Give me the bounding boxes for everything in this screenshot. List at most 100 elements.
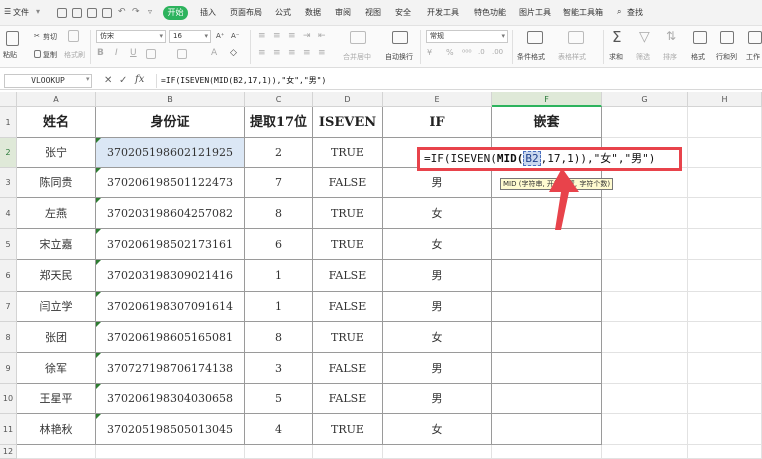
cell-h4[interactable] [688,198,762,229]
number-format-select[interactable]: 常规 [426,30,508,43]
tab-view[interactable]: 视图 [365,7,381,18]
confirm-icon[interactable]: ✓ [119,75,127,86]
cell-h11[interactable] [688,414,762,445]
cell-c7[interactable]: 1 [245,292,313,322]
align-center-icon[interactable]: ≡ [273,48,281,58]
insert-function-button[interactable]: fx [135,74,144,85]
row-header-8[interactable]: 8 [0,322,17,353]
column-title-digit-17[interactable]: 提取17位 [245,107,313,138]
align-right-icon[interactable]: ≡ [288,48,296,58]
cell-a9[interactable]: 徐军 [17,353,96,384]
row-header-12[interactable]: 12 [0,445,17,459]
paste-button[interactable]: 粘贴 [3,50,17,60]
worksheet-icon[interactable] [748,31,762,44]
cell-c3[interactable]: 7 [245,168,313,198]
column-header-c[interactable]: C [245,92,313,107]
font-color-icon[interactable]: A [211,48,217,58]
tab-review[interactable]: 审阅 [335,7,351,18]
tab-smart-toolbox[interactable]: 智能工具箱 [563,7,603,18]
cell-f10[interactable] [492,384,602,414]
print-preview-icon[interactable] [102,8,112,18]
tab-insert[interactable]: 插入 [200,7,216,18]
column-header-f[interactable]: F [492,92,602,107]
cell-d3[interactable]: FALSE [313,168,383,198]
cell-d5[interactable]: TRUE [313,229,383,260]
print-icon[interactable] [87,8,97,18]
cell-e4[interactable]: 女 [383,198,492,229]
cell-d6[interactable]: FALSE [313,260,383,292]
cell-e5[interactable]: 女 [383,229,492,260]
cell-g5[interactable] [602,229,688,260]
cell-d4[interactable]: TRUE [313,198,383,229]
row-header-4[interactable]: 4 [0,198,17,229]
percent-icon[interactable]: % [446,48,454,57]
wrap-text-button[interactable]: 自动换行 [385,52,413,62]
cell-b6[interactable]: 370203198309021416 [96,260,245,292]
table-style-button[interactable]: 表格样式 [558,52,586,62]
column-header-b[interactable]: B [96,92,245,107]
cell-h5[interactable] [688,229,762,260]
cell-a4[interactable]: 左燕 [17,198,96,229]
row-column-icon[interactable] [720,31,734,44]
format-icon[interactable] [693,31,707,44]
cell-f6[interactable] [492,260,602,292]
cell-h2[interactable] [688,138,762,168]
cell-d9[interactable]: FALSE [313,353,383,384]
tab-security[interactable]: 安全 [395,7,411,18]
search-icon[interactable]: ⌕ [617,7,621,17]
cell-c2[interactable]: 2 [245,138,313,168]
cell-h12[interactable] [688,445,762,459]
cell-c11[interactable]: 4 [245,414,313,445]
cell-a10[interactable]: 王星平 [17,384,96,414]
indent-increase-icon[interactable]: ⇥ [303,31,311,41]
indent-decrease-icon[interactable]: ⇤ [318,31,326,41]
cell-e6[interactable]: 男 [383,260,492,292]
column-header-d[interactable]: D [313,92,383,107]
borders-icon[interactable] [146,49,156,59]
copy-button[interactable]: 复制 [43,50,57,60]
column-title-iseven[interactable]: ISEVEN [313,107,383,138]
filter-icon[interactable]: ▽ [639,29,650,45]
sum-icon[interactable]: Σ [612,28,621,46]
column-title-name[interactable]: 姓名 [17,107,96,138]
column-header-h[interactable]: H [688,92,762,107]
cell-h3[interactable] [688,168,762,198]
cell-a3[interactable]: 陈同贵 [17,168,96,198]
merge-center-icon[interactable] [350,31,366,44]
cell-b2[interactable]: 370205198602121925 [96,138,245,168]
cell-b8[interactable]: 370206198605165081 [96,322,245,353]
cell-g8[interactable] [602,322,688,353]
decrease-decimal-icon[interactable]: .00 [492,48,503,56]
cell-f11[interactable] [492,414,602,445]
row-header-7[interactable]: 7 [0,292,17,322]
row-header-10[interactable]: 10 [0,384,17,414]
distribute-icon[interactable]: ≡ [318,48,326,58]
tab-developer[interactable]: 开发工具 [427,7,459,18]
tab-special-features[interactable]: 特色功能 [474,7,506,18]
search-label[interactable]: 查找 [627,7,643,18]
cell-d11[interactable]: TRUE [313,414,383,445]
justify-icon[interactable]: ≡ [303,48,311,58]
cell-b10[interactable]: 370206198304030658 [96,384,245,414]
cell-h1[interactable] [688,107,762,138]
chevron-down-icon[interactable]: ▾ [36,7,40,16]
cell-g7[interactable] [602,292,688,322]
row-header-11[interactable]: 11 [0,414,17,445]
cell-a11[interactable]: 林艳秋 [17,414,96,445]
shrink-font-button[interactable]: A⁻ [231,32,239,40]
tab-formulas[interactable]: 公式 [275,7,291,18]
cell-g6[interactable] [602,260,688,292]
filter-button[interactable]: 筛选 [636,52,650,62]
cell-e8[interactable]: 女 [383,322,492,353]
chevron-down-icon[interactable]: ▾ [86,75,90,83]
italic-button[interactable]: I [115,48,118,58]
cell-g3[interactable] [602,168,688,198]
conditional-format-button[interactable]: 条件格式 [517,52,545,62]
column-title-if[interactable]: IF [383,107,492,138]
cell-b5[interactable]: 370206198502173161 [96,229,245,260]
row-header-5[interactable]: 5 [0,229,17,260]
merge-center-button[interactable]: 合并居中 [343,52,371,62]
cell-a7[interactable]: 闫立学 [17,292,96,322]
row-header-2[interactable]: 2 [0,138,17,168]
align-middle-icon[interactable]: ≡ [273,31,281,41]
